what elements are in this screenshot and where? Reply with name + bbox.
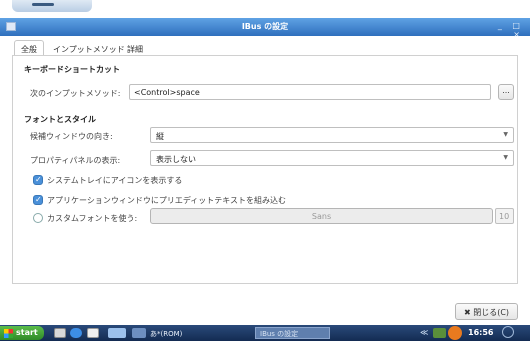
- custom-font-label: カスタムフォントを使う:: [47, 214, 138, 223]
- preedit-label: アプリケーションウィンドウにプリエディットテキストを組み込む: [47, 196, 287, 205]
- candidate-orientation-select[interactable]: 縦 ▼: [150, 127, 514, 143]
- update-icon[interactable]: [448, 326, 462, 340]
- app-icon[interactable]: [132, 328, 146, 338]
- close-button[interactable]: ✖ 閉じる(C): [455, 303, 518, 320]
- custom-font-checkbox[interactable]: [33, 213, 43, 223]
- window-icon[interactable]: [108, 328, 126, 338]
- property-panel-label: プロパティパネルの表示:: [30, 156, 121, 165]
- tab-advanced[interactable]: 詳細: [120, 40, 150, 56]
- next-im-shortcut-field[interactable]: <Control>space: [129, 84, 491, 100]
- input-mode-indicator[interactable]: あ*(ROM): [150, 329, 182, 339]
- window-controls[interactable]: _ □ ×: [482, 21, 524, 39]
- power-icon[interactable]: [502, 326, 514, 338]
- chevron-down-icon: ▼: [503, 154, 508, 161]
- window-title: IBus の設定: [241, 22, 289, 31]
- property-panel-select[interactable]: 表示しない ▼: [150, 150, 514, 166]
- file-manager-icon[interactable]: [87, 328, 99, 338]
- font-size-field[interactable]: 10: [495, 208, 514, 224]
- network-icon[interactable]: [433, 328, 446, 338]
- next-im-label: 次のインプットメソッド:: [30, 89, 121, 98]
- font-picker-button[interactable]: Sans: [150, 208, 493, 224]
- taskbar-window-button[interactable]: IBus の設定: [255, 327, 330, 339]
- tray-icon-label: システムトレイにアイコンを表示する: [47, 176, 183, 185]
- desktop-icon[interactable]: [54, 328, 66, 338]
- windows-logo-icon: [4, 329, 13, 338]
- window-titlebar[interactable]: IBus の設定 _ □ ×: [0, 18, 530, 39]
- tab-input-method[interactable]: インプットメソッド: [46, 40, 132, 56]
- property-panel-value: 表示しない: [156, 155, 196, 164]
- candidate-orientation-label: 候補ウィンドウの向き:: [30, 132, 113, 141]
- chevron-down-icon: ▼: [503, 131, 508, 138]
- shortcut-browse-button[interactable]: ...: [498, 84, 514, 100]
- clock[interactable]: 16:56: [468, 328, 498, 337]
- close-button-label: 閉じる(C): [473, 308, 510, 317]
- shortcut-section-header: キーボードショートカット: [24, 65, 120, 74]
- close-icon: ✖: [463, 308, 471, 317]
- font-style-section-header: フォントとスタイル: [24, 115, 96, 124]
- handle-grip-icon: [32, 3, 54, 6]
- top-panel-handle[interactable]: [12, 0, 92, 12]
- tab-general[interactable]: 全般: [14, 40, 44, 56]
- tray-arrows[interactable]: ≪: [420, 328, 428, 337]
- tray-icon-checkbox[interactable]: [33, 175, 43, 185]
- preedit-checkbox[interactable]: [33, 195, 43, 205]
- candidate-orientation-value: 縦: [156, 132, 164, 141]
- browser-icon[interactable]: [70, 328, 82, 338]
